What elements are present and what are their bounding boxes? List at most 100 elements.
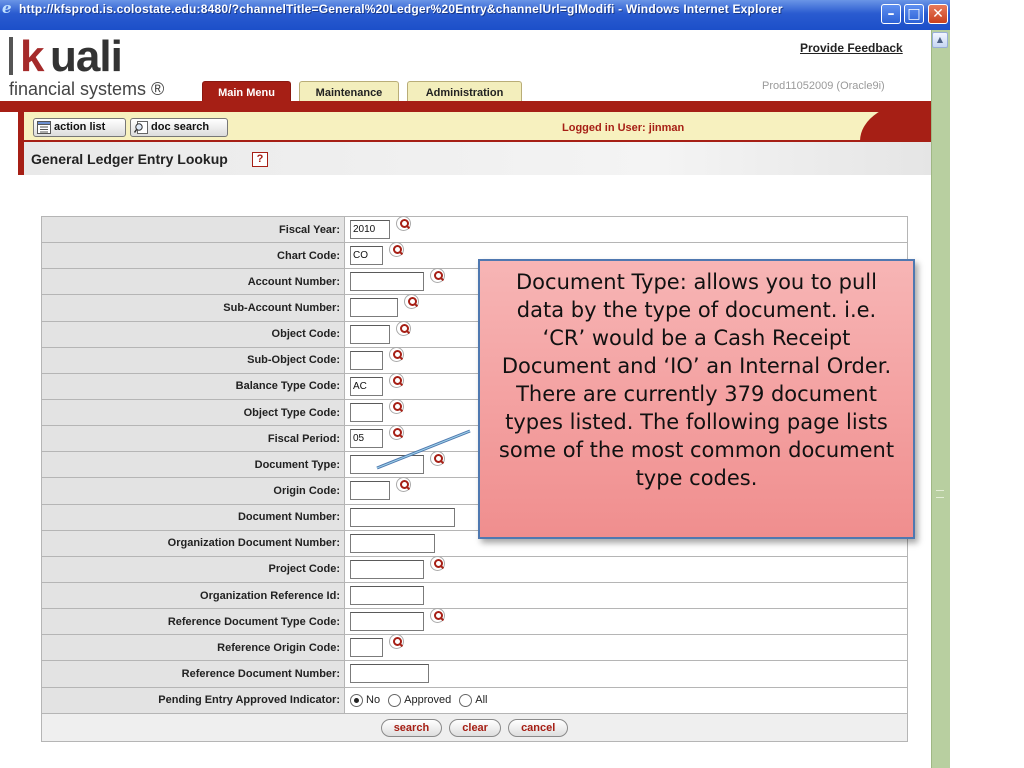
organization-document-number-label: Organization Document Number: [41, 529, 345, 557]
reference-origin-code-cell [344, 634, 908, 662]
organization-reference-id-label: Organization Reference Id: [41, 581, 345, 610]
account-number-input[interactable] [350, 272, 424, 292]
reference-document-type-code-lookup-icon[interactable] [430, 608, 445, 624]
cancel-button[interactable]: cancel [508, 718, 569, 737]
minimize-button[interactable]: – [881, 4, 901, 24]
pending-no-radio[interactable] [350, 693, 363, 707]
balance-type-code-lookup-icon[interactable] [389, 372, 404, 388]
fiscal-period-label: Fiscal Period: [41, 425, 345, 453]
reference-origin-code-input[interactable] [350, 638, 383, 658]
pending-all-radio[interactable] [459, 693, 473, 707]
document-type-input[interactable] [350, 455, 424, 475]
tab-administration[interactable]: Administration [407, 81, 522, 103]
maximize-button[interactable]: □ [904, 4, 924, 24]
reference-document-type-code-cell [344, 608, 908, 636]
scroll-up-arrow-icon[interactable]: ▲ [932, 32, 948, 48]
organization-document-number-input[interactable] [350, 533, 435, 553]
organization-reference-id-input[interactable] [350, 586, 424, 606]
scrollbar-grip[interactable] [936, 490, 944, 498]
search-button[interactable]: search [380, 718, 443, 737]
sub-object-code-lookup-icon[interactable] [389, 346, 404, 362]
window-title: http://kfsprod.is.colostate.edu:8480/?ch… [19, 2, 783, 16]
origin-code-lookup-icon[interactable] [396, 477, 411, 493]
reference-document-type-code-label: Reference Document Type Code: [41, 608, 345, 636]
doc-search-button[interactable]: doc search [130, 118, 228, 137]
browser-window: e http://kfsprod.is.colostate.edu:8480/?… [0, 0, 1024, 768]
object-type-code-label: Object Type Code: [41, 398, 345, 427]
object-type-code-lookup-icon[interactable] [389, 399, 404, 415]
project-code-label: Project Code: [41, 555, 345, 583]
action-list-button[interactable]: action list [33, 118, 126, 137]
pending-approved-label: Approved [404, 694, 452, 707]
logo-k: k [20, 32, 45, 81]
document-type-label: Document Type: [41, 451, 345, 479]
sub-object-code-label: Sub-Object Code: [41, 346, 345, 374]
project-code-input[interactable] [350, 559, 424, 579]
balance-type-code-label: Balance Type Code: [41, 372, 345, 400]
pending-entry-approved-indicator-label: Pending Entry Approved Indicator: [41, 686, 345, 714]
project-code-cell [344, 555, 908, 583]
pending-entry-approved-indicator-cell: No Approved All [344, 686, 908, 714]
document-type-lookup-icon[interactable] [430, 451, 445, 467]
clear-button[interactable]: clear [449, 718, 501, 737]
document-number-input[interactable] [350, 507, 455, 527]
logo-subtitle: financial systems ® [9, 79, 165, 99]
account-number-lookup-icon[interactable] [430, 268, 445, 284]
fiscal-year-input[interactable]: 2010 [350, 220, 390, 240]
vertical-scrollbar[interactable] [931, 30, 950, 768]
form-row-reference-origin-code: Reference Origin Code: [41, 634, 908, 662]
balance-type-code-input[interactable]: AC [350, 376, 383, 396]
sub-object-code-input[interactable] [350, 350, 383, 370]
pending-all-label: All [475, 694, 488, 707]
pending-approved-radio[interactable] [388, 693, 402, 707]
reference-origin-code-lookup-icon[interactable] [389, 634, 404, 650]
chart-code-label: Chart Code: [41, 242, 345, 270]
doc-search-label: doc search [151, 121, 210, 133]
form-button-cell: search clear cancel [41, 712, 908, 742]
origin-code-label: Origin Code: [41, 477, 345, 505]
fiscal-year-cell: 2010 [344, 215, 908, 244]
form-row-pending-entry-approved-indicator: Pending Entry Approved Indicator: No App… [41, 686, 908, 714]
sub-account-number-input[interactable] [350, 298, 398, 318]
fiscal-period-input[interactable]: 05 [350, 429, 383, 449]
form-row-organization-reference-id: Organization Reference Id: [41, 581, 908, 610]
form-row-project-code: Project Code: [41, 555, 908, 583]
fiscal-year-label: Fiscal Year: [41, 215, 345, 244]
window-title-bar: e http://kfsprod.is.colostate.edu:8480/?… [0, 0, 950, 30]
doc-search-icon [134, 121, 148, 134]
object-code-label: Object Code: [41, 320, 345, 348]
tab-maintenance[interactable]: Maintenance [299, 81, 399, 103]
reference-document-number-cell [344, 660, 908, 688]
reference-document-type-code-input[interactable] [350, 612, 424, 632]
provide-feedback-link[interactable]: Provide Feedback [800, 41, 903, 55]
logo-wordmark: uali [50, 32, 123, 81]
chart-code-lookup-icon[interactable] [389, 242, 404, 258]
help-icon[interactable]: ? [252, 152, 268, 167]
document-number-label: Document Number: [41, 503, 345, 531]
form-row-reference-document-number: Reference Document Number: [41, 660, 908, 688]
organization-reference-id-cell [344, 581, 908, 610]
object-code-lookup-icon[interactable] [396, 320, 411, 336]
reference-document-number-label: Reference Document Number: [41, 660, 345, 688]
action-list-label: action list [54, 121, 106, 133]
chart-code-input[interactable]: CO [350, 246, 383, 266]
form-row-reference-document-type-code: Reference Document Type Code: [41, 608, 908, 636]
object-code-input[interactable] [350, 324, 390, 344]
sub-account-number-lookup-icon[interactable] [404, 294, 419, 310]
fiscal-period-lookup-icon[interactable] [389, 425, 404, 441]
reference-origin-code-label: Reference Origin Code: [41, 634, 345, 662]
object-type-code-input[interactable] [350, 403, 383, 423]
internet-explorer-icon: e [2, 0, 12, 17]
origin-code-input[interactable] [350, 481, 390, 501]
form-row-fiscal-year: Fiscal Year: 2010 [41, 215, 908, 244]
close-button[interactable]: ✕ [928, 4, 948, 24]
app-header: k uali financial systems ® Provide Feedb… [0, 30, 931, 112]
account-number-label: Account Number: [41, 268, 345, 296]
project-code-lookup-icon[interactable] [430, 555, 445, 571]
page-title: General Ledger Entry Lookup [31, 151, 228, 167]
tab-main-menu[interactable]: Main Menu [202, 81, 291, 103]
logo-bar [9, 37, 13, 75]
reference-document-number-input[interactable] [350, 664, 429, 684]
fiscal-year-lookup-icon[interactable] [396, 216, 411, 232]
form-button-row: search clear cancel [41, 712, 908, 742]
